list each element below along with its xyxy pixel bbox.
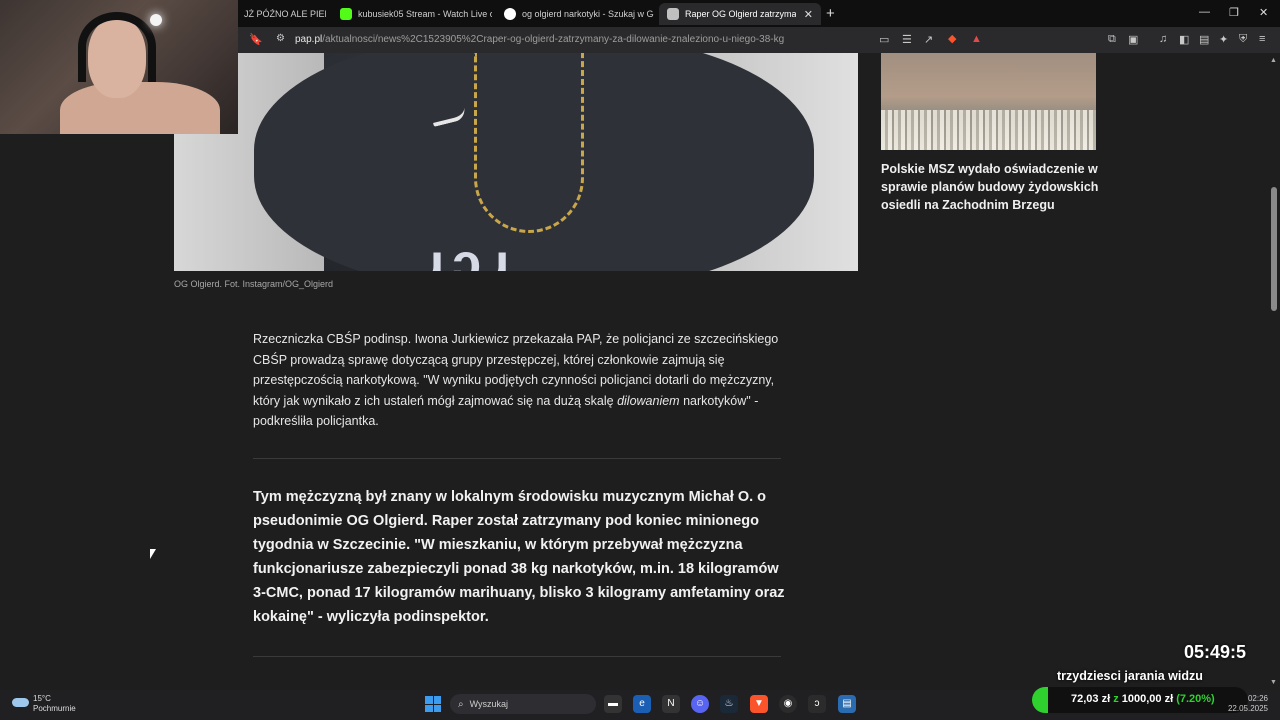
tab-google-search[interactable]: og olgierd narkotyki - Szukaj w Goog	[496, 3, 654, 25]
divider	[253, 656, 781, 657]
extensions-icon[interactable]: ⧉	[1108, 33, 1116, 46]
url-path: /aktualnosci/news%2C1523905%2Craper-og-o…	[322, 34, 785, 45]
menu-icon[interactable]: ≡	[1259, 33, 1265, 45]
article-lead-paragraph: Tym mężczyzną był znany w lokalnym środo…	[253, 489, 785, 625]
maximize-button[interactable]: ❐	[1229, 6, 1239, 19]
tab-1[interactable]: JŻ PÓŹNO ALE PIENIĄ	[236, 3, 326, 25]
tab-kick-stream[interactable]: kubusiek05 Stream - Watch Live on K	[332, 3, 492, 25]
webcam-light	[150, 14, 162, 26]
donation-goal-fill	[1032, 687, 1048, 713]
close-window-button[interactable]: ✕	[1259, 6, 1268, 19]
page-scrollbar[interactable]: ▲ ▼	[1268, 53, 1280, 690]
new-tab-button[interactable]: +	[826, 5, 835, 22]
weather-cloud-icon[interactable]	[12, 698, 29, 707]
close-tab-icon[interactable]: ✕	[804, 8, 813, 21]
brave-shields-icon[interactable]: ◆	[948, 32, 956, 45]
stream-timer: 05:49:5	[1184, 642, 1247, 662]
cast-icon[interactable]: ▭	[879, 33, 889, 46]
tab-1-label: JŻ PÓŹNO ALE PIENIĄ	[244, 9, 326, 19]
obs-icon[interactable]: ◉	[779, 695, 797, 713]
weather-widget[interactable]: 15°C Pochmurnie	[33, 694, 76, 714]
webcam-headphones	[78, 12, 156, 82]
music-icon[interactable]: ♫	[1159, 33, 1167, 45]
vpn-icon[interactable]: ⛨	[1239, 33, 1247, 46]
taskbar-clock[interactable]: 02:26 22.05.2025	[1227, 694, 1268, 714]
tab-pap-article[interactable]: Raper OG Olgierd zatrzymany za ✕	[659, 3, 821, 25]
edge-icon[interactable]: e	[633, 695, 651, 713]
scroll-down-icon[interactable]: ▼	[1270, 679, 1277, 686]
related-article-title[interactable]: Polskie MSZ wydało oświadczenie w sprawi…	[881, 160, 1103, 214]
hero-shirt-print: ɹɔɹ	[424, 234, 518, 271]
bookmark-icon[interactable]: 🔖	[249, 33, 263, 46]
tab-3-label: og olgierd narkotyki - Szukaj w Goog	[522, 9, 654, 19]
minimize-button[interactable]: —	[1199, 6, 1210, 18]
terminal-icon[interactable]: ▬	[604, 695, 622, 713]
stream-overlay-title: trzydziesci jarania widzu	[1057, 669, 1203, 683]
brave-icon[interactable]: ▼	[750, 695, 768, 713]
taskbar-search[interactable]: ⌕ Wyszukaj	[450, 694, 596, 714]
search-icon: ⌕	[458, 698, 464, 710]
pap-icon	[667, 8, 679, 20]
hero-chain	[474, 53, 584, 233]
mouse-cursor-icon	[150, 549, 156, 559]
windows-start-icon[interactable]	[425, 696, 441, 712]
goal-target: 1000,00 zł	[1121, 693, 1174, 705]
sidebar-icon[interactable]: ◧	[1179, 33, 1189, 46]
url-domain: pap.pl	[295, 34, 323, 45]
notion-icon[interactable]: N	[662, 695, 680, 713]
tab-2-label: kubusiek05 Stream - Watch Live on K	[358, 9, 492, 19]
clock-time: 02:26	[1247, 694, 1268, 703]
webcam-shoulder	[60, 82, 220, 134]
article-paragraph: Rzeczniczka CBŚP podinsp. Iwona Jurkiewi…	[253, 329, 783, 432]
kick-icon	[340, 8, 352, 20]
wallet-icon[interactable]: ▤	[1199, 33, 1209, 46]
screenshot-icon[interactable]: ▣	[1128, 33, 1138, 46]
weather-condition: Pochmurnie	[33, 704, 76, 713]
tab-4-label: Raper OG Olgierd zatrzymany za	[685, 9, 796, 19]
search-placeholder: Wyszukaj	[469, 699, 509, 709]
image-caption: OG Olgierd. Fot. Instagram/OG_Olgierd	[174, 279, 334, 289]
weather-temperature: 15°C	[33, 694, 51, 703]
related-image-town	[881, 110, 1096, 150]
brave-rewards-icon[interactable]: ▲	[971, 33, 982, 45]
divider	[253, 458, 781, 459]
goal-percent: (7.20%)	[1176, 693, 1215, 705]
notepad-icon[interactable]: ▤	[838, 695, 856, 713]
leo-ai-icon[interactable]: ✦	[1219, 33, 1228, 46]
discord-icon[interactable]: ☺	[691, 695, 709, 713]
reader-icon[interactable]: ☰	[902, 33, 912, 46]
app-icon[interactable]: ↄ	[808, 695, 826, 713]
goal-current: 72,03 zł	[1071, 693, 1111, 705]
clock-date: 22.05.2025	[1227, 704, 1268, 713]
steam-icon[interactable]: ♨	[720, 695, 738, 713]
share-icon[interactable]: ↗	[924, 33, 933, 46]
site-info-icon[interactable]: ⚙	[276, 33, 285, 44]
donation-goal-text: 72,03 zł z 1000,00 zł (7.20%)	[1071, 693, 1215, 705]
scrollbar-thumb[interactable]	[1271, 187, 1277, 311]
google-icon	[504, 8, 516, 20]
webcam-overlay	[0, 0, 238, 134]
url-field[interactable]: pap.pl/aktualnosci/news%2C1523905%2Crape…	[295, 34, 784, 45]
goal-separator: z	[1113, 693, 1119, 705]
paragraph-italic: dilowaniem	[617, 393, 680, 408]
article-hero-image: ɹɔɹ	[174, 53, 858, 271]
scroll-up-icon[interactable]: ▲	[1270, 57, 1277, 64]
article-page: ɹɔɹ OG Olgierd. Fot. Instagram/OG_Olgier…	[0, 53, 1268, 690]
related-article-image[interactable]	[881, 53, 1096, 150]
